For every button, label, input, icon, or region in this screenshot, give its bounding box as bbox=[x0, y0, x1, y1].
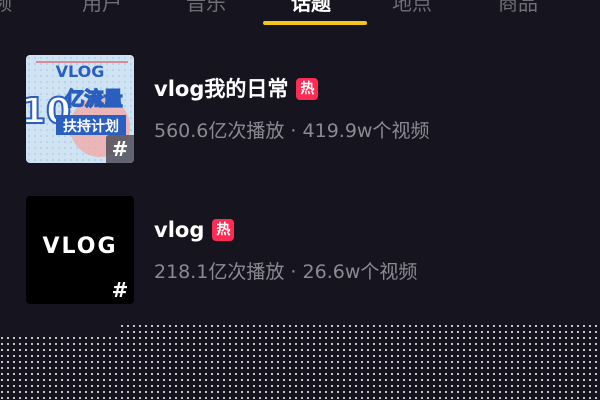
thumbnail-text: VLOG bbox=[42, 234, 118, 259]
poster-subtitle: 扶持计划 bbox=[63, 118, 119, 135]
hashtag-icon: # bbox=[111, 278, 129, 302]
halftone-overlay bbox=[0, 324, 600, 400]
tab-topics[interactable]: 话题 bbox=[291, 0, 331, 18]
active-tab-indicator bbox=[263, 21, 367, 25]
topic-title: vlog我的日常 bbox=[154, 77, 289, 101]
topic-title-row: vlog 热 bbox=[154, 216, 235, 244]
topic-title-row: vlog我的日常 热 bbox=[154, 75, 319, 103]
tab-video[interactable]: 频 bbox=[0, 0, 12, 18]
topic-thumbnail: VLOG # bbox=[26, 196, 134, 304]
tab-products[interactable]: 商品 bbox=[498, 0, 538, 18]
topic-stats: 560.6亿次播放 · 419.9w个视频 bbox=[154, 120, 430, 142]
tab-places[interactable]: 地点 bbox=[392, 0, 432, 18]
topic-list-item[interactable]: VLOG # vlog 热 218.1亿次播放 · 26.6w个视频 bbox=[0, 196, 600, 304]
hot-badge: 热 bbox=[296, 78, 319, 100]
halftone-overlay-background bbox=[0, 324, 600, 400]
tab-users[interactable]: 用户 bbox=[82, 0, 122, 18]
tab-music[interactable]: 音乐 bbox=[186, 0, 226, 18]
poster-headline: 亿流量 bbox=[65, 87, 122, 110]
hot-badge: 热 bbox=[212, 219, 235, 241]
search-results-page: 频 用户 音乐 话题 地点 商品 VLOG 10 亿流量 扶持计划 # vlog… bbox=[0, 0, 600, 400]
hashtag-icon: # bbox=[106, 135, 134, 163]
category-tab-bar: 频 用户 音乐 话题 地点 商品 bbox=[0, 0, 600, 28]
poster-title: VLOG bbox=[56, 62, 105, 81]
topic-thumbnail: VLOG 10 亿流量 扶持计划 # bbox=[26, 55, 134, 163]
topic-stats: 218.1亿次播放 · 26.6w个视频 bbox=[154, 261, 418, 283]
topic-title: vlog bbox=[154, 218, 205, 242]
topic-list-item[interactable]: VLOG 10 亿流量 扶持计划 # vlog我的日常 热 560.6亿次播放 … bbox=[0, 55, 600, 163]
